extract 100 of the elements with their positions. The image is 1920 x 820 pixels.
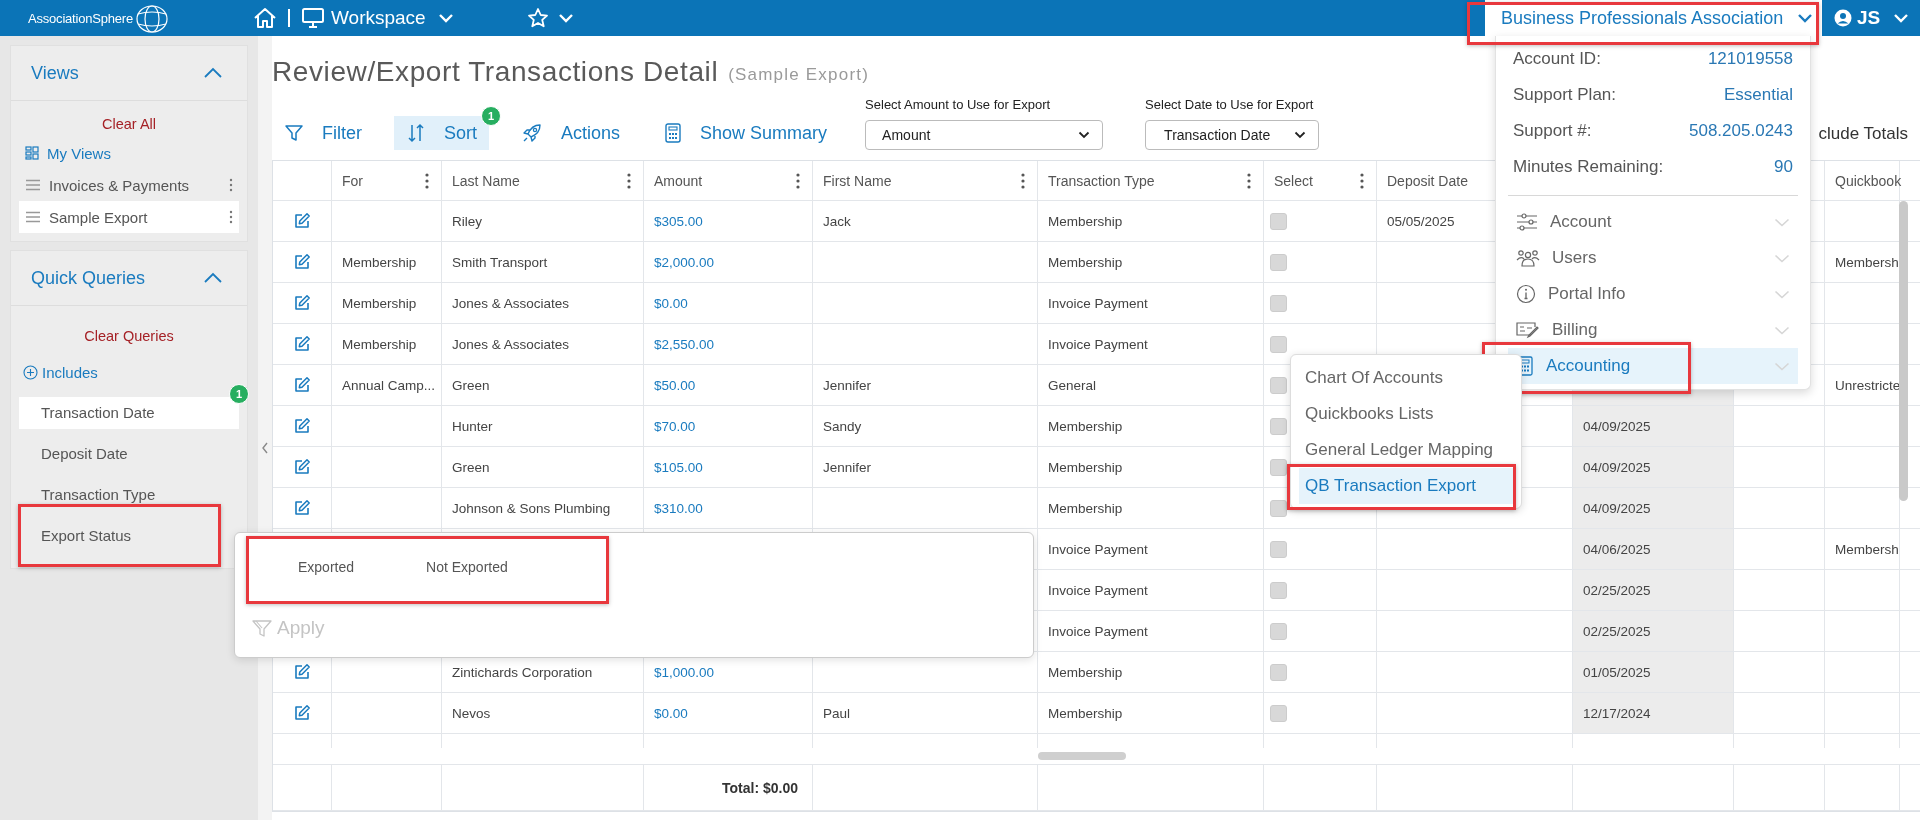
column-menu-icon[interactable] — [1360, 172, 1364, 189]
column-menu-icon[interactable] — [1021, 172, 1025, 189]
calculator-icon — [664, 123, 683, 143]
checkbox[interactable] — [1270, 335, 1287, 353]
table-cell: Jones & Associates — [442, 283, 644, 323]
edit-icon[interactable] — [293, 294, 311, 312]
column-header[interactable]: Last Name — [442, 161, 644, 200]
column-menu-icon[interactable] — [796, 172, 800, 189]
clear-queries-link[interactable]: Clear Queries — [19, 320, 239, 352]
select-label: Select Date to Use for Export — [1145, 97, 1315, 112]
submenu-item[interactable]: General Ledger Mapping — [1299, 432, 1513, 468]
submenu-item[interactable]: QB Transaction Export — [1299, 468, 1513, 504]
menu-item[interactable]: Billing — [1508, 312, 1798, 348]
checkbox[interactable] — [1270, 540, 1287, 558]
logo[interactable]: AssociationSphere — [28, 10, 133, 26]
drag-handle-icon[interactable] — [25, 211, 41, 223]
filter-option[interactable]: Not Exported — [426, 559, 508, 579]
clear-all-link[interactable]: Clear All — [19, 111, 239, 137]
table-cell: Invoice Payment — [1038, 611, 1264, 651]
checkbox[interactable] — [1270, 499, 1287, 517]
checkbox[interactable] — [1270, 622, 1287, 640]
table-cell: $310.00 — [644, 488, 813, 528]
page-title: Review/Export Transactions Detail — [272, 56, 719, 88]
info-value: 121019558 — [1707, 49, 1793, 69]
edit-icon[interactable] — [293, 212, 311, 230]
checkbox[interactable] — [1270, 663, 1287, 681]
column-header[interactable]: First Name — [813, 161, 1038, 200]
view-item[interactable]: Sample Export — [19, 201, 239, 233]
table-cell: Invoice Payment — [1038, 570, 1264, 610]
table-cell: Paul — [813, 693, 1038, 733]
table-cell: 04/09/2025 — [1573, 447, 1734, 487]
checkbox[interactable] — [1270, 458, 1287, 476]
edit-icon[interactable] — [293, 253, 311, 271]
column-menu-icon[interactable] — [627, 172, 631, 189]
info-value: 508.205.0243 — [1689, 121, 1793, 141]
table-cell: Sandy — [813, 406, 1038, 446]
edit-icon[interactable] — [293, 499, 311, 517]
scrollbar[interactable] — [1899, 201, 1908, 501]
edit-icon[interactable] — [293, 704, 311, 722]
edit-icon[interactable] — [293, 376, 311, 394]
view-item[interactable]: Invoices & Payments — [19, 169, 239, 201]
table-cell: Membership — [332, 283, 442, 323]
chevron-down-icon[interactable] — [557, 13, 574, 23]
table-cell: 04/06/2025 — [1573, 529, 1734, 569]
chevron-left-icon[interactable] — [261, 442, 269, 454]
edit-icon[interactable] — [293, 335, 311, 353]
checkbox[interactable] — [1270, 294, 1287, 312]
dropdown-select[interactable]: Transaction Date — [1145, 120, 1320, 150]
toolbar-button[interactable]: Show Summary — [652, 116, 840, 150]
menu-item[interactable]: Portal Info — [1508, 276, 1798, 312]
collapse-icon[interactable] — [203, 272, 223, 284]
more-options-icon[interactable] — [229, 210, 233, 224]
menu-item[interactable]: Users — [1508, 240, 1798, 276]
edit-icon[interactable] — [293, 417, 311, 435]
table-cell: $305.00 — [644, 201, 813, 241]
checkbox[interactable] — [1270, 253, 1287, 271]
user-menu[interactable]: JS — [1822, 7, 1920, 29]
filter-option[interactable]: Exported — [298, 559, 355, 579]
table-cell: Invoice Payment — [1038, 529, 1264, 569]
table-cell: Jones & Associates — [442, 324, 644, 364]
toolbar-button[interactable]: Actions — [509, 116, 633, 150]
edit-icon[interactable] — [293, 663, 311, 681]
table-cell: $0.00 — [644, 283, 813, 323]
table-cell: Membership — [1038, 447, 1264, 487]
checkbox[interactable] — [1270, 212, 1287, 230]
column-menu-icon[interactable] — [425, 172, 429, 189]
table-cell: $105.00 — [644, 447, 813, 487]
table-cell: Green — [442, 447, 644, 487]
submenu-item[interactable]: Quickbooks Lists — [1299, 396, 1513, 432]
column-menu-icon[interactable] — [1247, 172, 1251, 189]
home-icon[interactable] — [253, 7, 277, 29]
star-icon[interactable] — [526, 7, 549, 29]
column-header[interactable]: Transaction Type — [1038, 161, 1264, 200]
collapse-icon[interactable] — [203, 67, 223, 79]
more-options-icon[interactable] — [229, 178, 233, 192]
column-header[interactable]: Quickbook — [1825, 161, 1900, 200]
column-header[interactable]: For — [332, 161, 442, 200]
checkbox[interactable] — [1270, 704, 1287, 722]
table-cell: $2,000.00 — [644, 242, 813, 282]
checkbox[interactable] — [1270, 581, 1287, 599]
dropdown-select[interactable]: Amount — [865, 120, 1104, 150]
filter-icon — [284, 123, 304, 143]
toolbar-button[interactable]: Filter — [272, 116, 374, 150]
toolbar-button[interactable]: Sort — [394, 116, 489, 150]
chevron-down-icon — [1774, 217, 1790, 227]
table-cell: 04/09/2025 — [1573, 488, 1734, 528]
query-item[interactable]: Deposit Date — [19, 437, 239, 470]
column-header[interactable]: Amount — [644, 161, 813, 200]
globe-icon — [135, 3, 169, 34]
drag-handle-icon[interactable] — [25, 179, 41, 191]
checkbox[interactable] — [1270, 417, 1287, 435]
workspace-menu[interactable]: Workspace — [301, 7, 454, 29]
view-item[interactable]: My Views — [19, 137, 239, 169]
edit-icon[interactable] — [293, 458, 311, 476]
checkbox[interactable] — [1270, 376, 1287, 394]
column-header[interactable]: Select — [1264, 161, 1377, 200]
scrollbar[interactable] — [1038, 752, 1126, 760]
menu-item[interactable]: Accounting — [1508, 348, 1798, 384]
table-cell: $2,550.00 — [644, 324, 813, 364]
query-item[interactable]: Transaction Type — [19, 478, 239, 511]
